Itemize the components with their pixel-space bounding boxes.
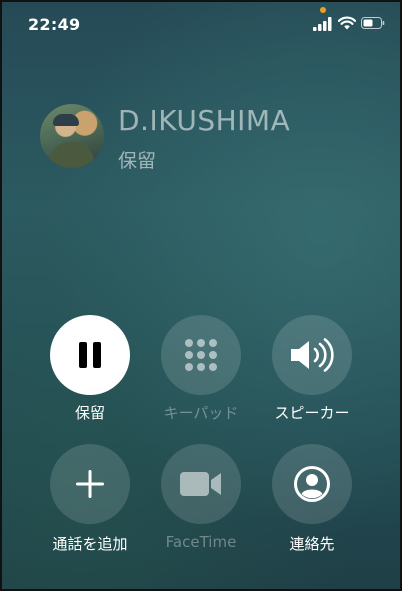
pause-icon [79, 342, 101, 368]
battery-icon [361, 17, 385, 29]
keypad-button[interactable] [161, 315, 241, 395]
status-time: 22:49 [28, 15, 81, 34]
plus-icon [76, 470, 104, 498]
caller-name: D.IKUSHIMA [118, 104, 291, 137]
privacy-indicator-dot [320, 7, 326, 13]
add-call-label: 通話を追加 [52, 535, 128, 553]
speaker-label: スピーカー [274, 404, 350, 422]
speaker-icon [291, 338, 334, 372]
add-call-button[interactable] [50, 444, 130, 524]
caller-avatar [40, 104, 104, 168]
keypad-icon [185, 339, 217, 371]
status-bar: 22:49 [0, 0, 402, 44]
hold-button[interactable] [50, 315, 130, 395]
keypad-label: キーパッド [163, 404, 239, 422]
call-status: 保留 [118, 150, 157, 172]
hold-label: 保留 [74, 404, 105, 422]
video-camera-icon [180, 472, 221, 496]
cellular-signal-icon [313, 17, 332, 31]
facetime-button[interactable] [161, 444, 241, 524]
wifi-icon [338, 16, 356, 30]
contact-icon [294, 466, 330, 502]
contacts-button[interactable] [272, 444, 352, 524]
speaker-button[interactable] [272, 315, 352, 395]
facetime-label: FaceTime [165, 533, 237, 551]
contacts-label: 連絡先 [289, 535, 335, 553]
